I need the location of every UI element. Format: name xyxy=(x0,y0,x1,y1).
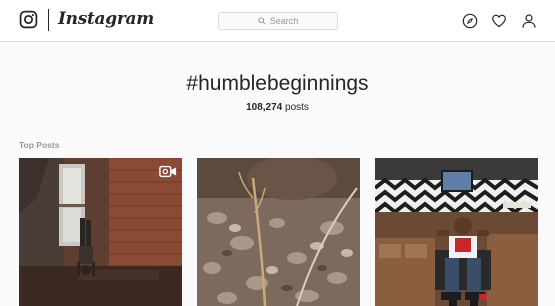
search-input[interactable]: Search xyxy=(218,12,338,30)
search-icon xyxy=(258,17,266,25)
compass-icon[interactable] xyxy=(462,13,478,29)
post-3-image xyxy=(375,158,538,306)
logo-divider xyxy=(48,9,49,31)
search-placeholder: Search xyxy=(269,16,299,26)
heart-icon[interactable] xyxy=(491,13,507,29)
hashtag-title: #humblebeginnings xyxy=(186,72,369,95)
post-1-image xyxy=(19,158,182,306)
top-post-1[interactable] xyxy=(19,158,182,306)
post-2-image xyxy=(197,158,360,306)
video-icon xyxy=(159,165,177,178)
top-post-3[interactable] xyxy=(375,158,538,306)
instagram-glyph-icon[interactable] xyxy=(19,10,38,29)
top-posts-label: Top Posts xyxy=(19,140,60,150)
instagram-wordmark[interactable]: Instagram xyxy=(58,9,154,29)
top-nav-bar: Instagram Search xyxy=(0,0,555,42)
top-post-2[interactable] xyxy=(197,158,360,306)
post-count-suffix: posts xyxy=(282,102,309,113)
profile-icon[interactable] xyxy=(521,13,537,29)
post-count: 108,274 posts xyxy=(0,102,555,113)
post-count-number: 108,274 xyxy=(246,102,283,113)
